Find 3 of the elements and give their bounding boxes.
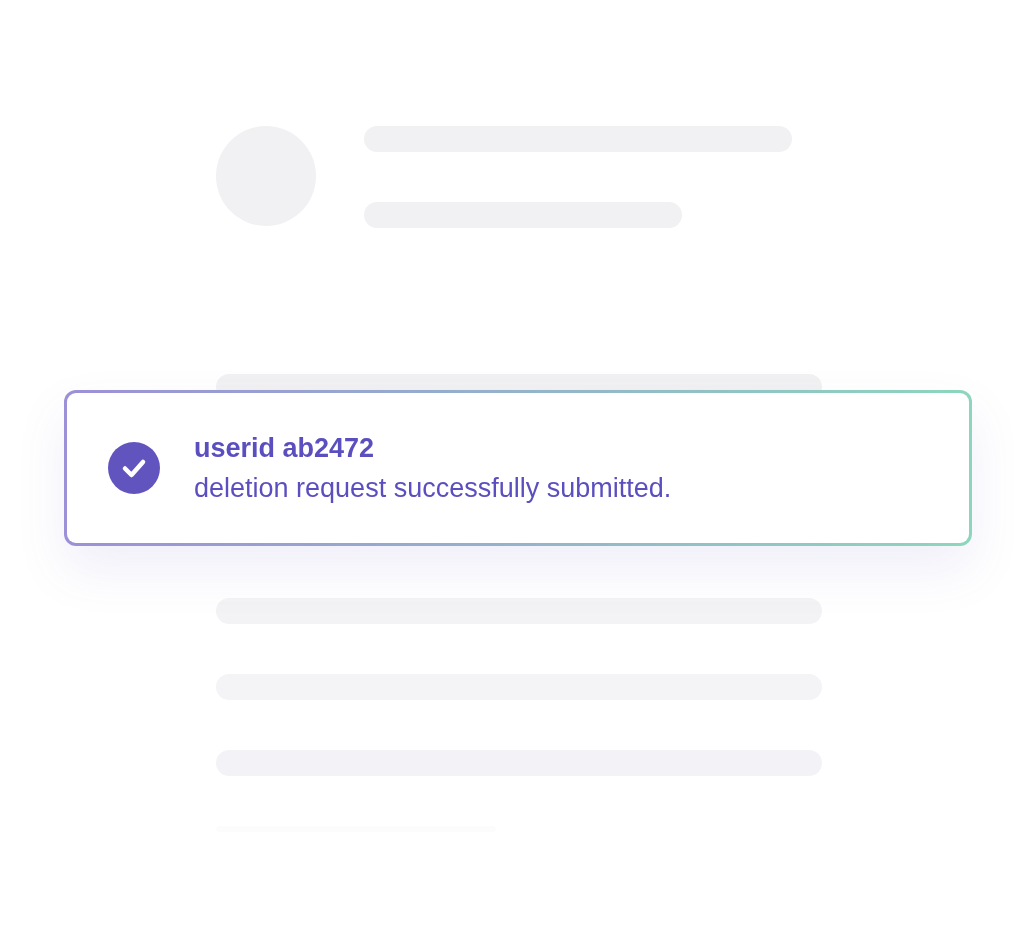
- toast-title: userid ab2472: [194, 432, 376, 465]
- check-circle-icon: [108, 442, 160, 494]
- toast-message: deletion request successfully submitted.: [194, 472, 672, 505]
